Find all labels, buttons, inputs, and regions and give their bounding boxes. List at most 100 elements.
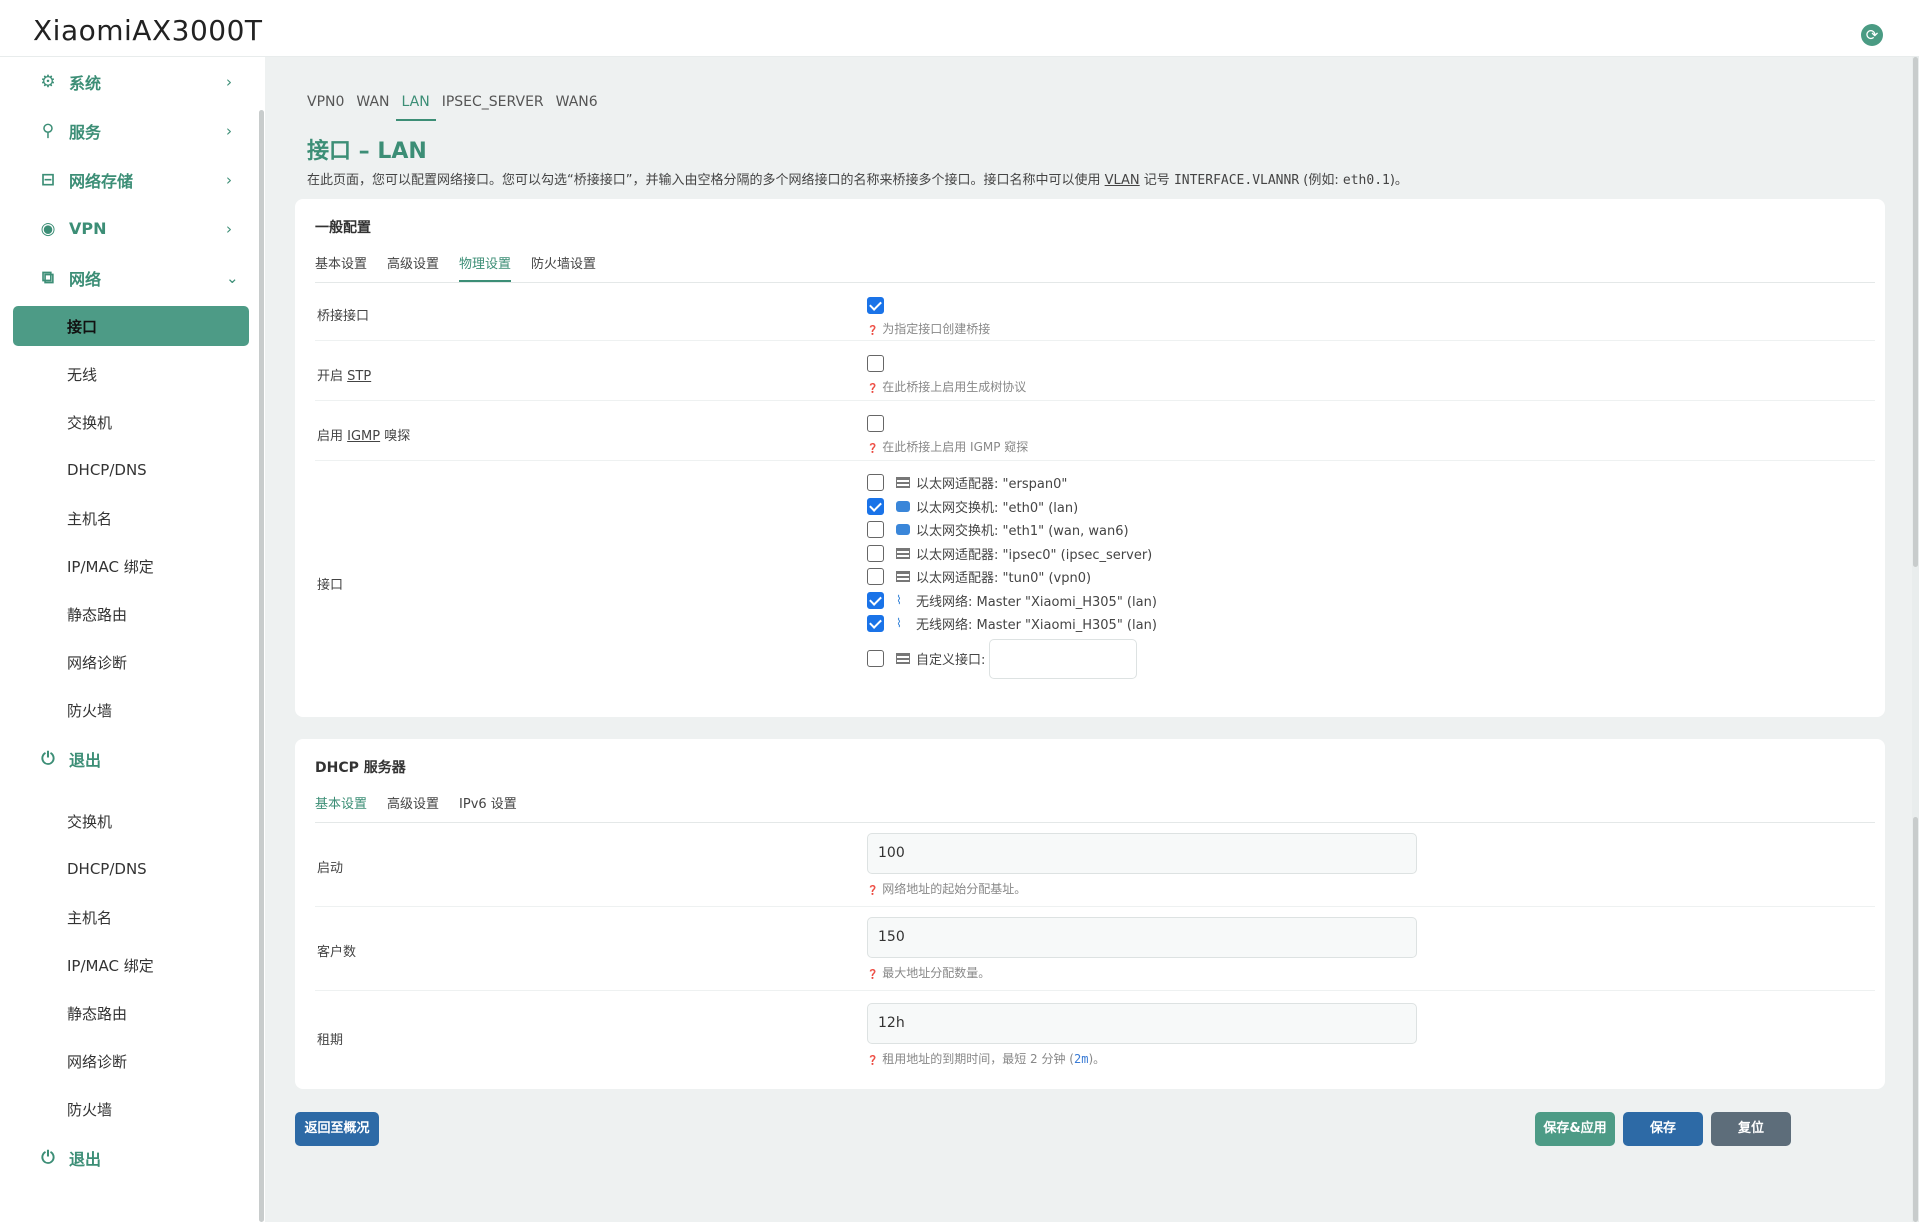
tab-firewall-settings[interactable]: 防火墙设置 xyxy=(531,251,596,282)
igmp-checkbox[interactable] xyxy=(867,415,884,432)
hint-text: 为指定接口创建桥接 xyxy=(882,322,991,336)
custom-interface-option[interactable]: 自定义接口: xyxy=(867,636,1157,682)
tab-dhcp-ipv6[interactable]: IPv6 设置 xyxy=(459,791,517,822)
interface-label: 无线网络: Master "Xiaomi_H305" (lan) xyxy=(916,618,1157,634)
interface-option[interactable]: ⌇ 无线网络: Master "Xiaomi_H305" (lan) xyxy=(867,612,1157,636)
help-icon: ❓ xyxy=(867,1056,879,1066)
label-text: 启用 xyxy=(317,429,348,444)
tab-basic-settings[interactable]: 基本设置 xyxy=(315,251,367,282)
interface-checkbox[interactable] xyxy=(867,568,884,586)
sidebar-item-hostnames[interactable]: 主机名 xyxy=(0,893,262,941)
interface-checkbox[interactable] xyxy=(867,615,884,633)
interface-option[interactable]: 以太网适配器: "ipsec0" (ipsec_server) xyxy=(867,542,1157,566)
gear-icon: ⚙ xyxy=(40,71,56,92)
sidebar-item-diagnostics[interactable]: 网络诊断 xyxy=(0,638,262,686)
custom-interface-input[interactable] xyxy=(989,638,1138,679)
start-hint: ❓ 网络地址的起始分配基址。 xyxy=(867,880,1417,897)
save-apply-button[interactable]: 保存&应用 xyxy=(1535,1112,1615,1146)
stp-checkbox[interactable] xyxy=(867,355,884,372)
sidebar-item-firewall[interactable]: 防火墙 xyxy=(0,686,262,734)
menu-services[interactable]: ⚲ 服务 › xyxy=(0,106,262,155)
reset-button[interactable]: 复位 xyxy=(1711,1112,1791,1146)
tab-dhcp-advanced[interactable]: 高级设置 xyxy=(387,791,439,822)
start-input[interactable]: 100 xyxy=(867,833,1417,874)
desc-text: 在此页面，您可以配置网络接口。您可以勾选“桥接接口”，并输入由空格分隔的多个网络… xyxy=(307,173,1105,188)
tab-dhcp-basic[interactable]: 基本设置 xyxy=(315,791,367,822)
custom-interface-checkbox[interactable] xyxy=(867,650,884,667)
sidebar-item-interfaces[interactable]: 接口 xyxy=(13,306,249,346)
sidebar-item-ip-mac-binding[interactable]: IP/MAC 绑定 xyxy=(0,941,262,989)
page-description: 在此页面，您可以配置网络接口。您可以勾选“桥接接口”，并输入由空格分隔的多个网络… xyxy=(307,169,1408,188)
interface-checkbox[interactable] xyxy=(867,591,884,609)
lease-input[interactable]: 12h xyxy=(867,1003,1417,1044)
sidebar-item-dhcp-dns[interactable]: DHCP/DNS xyxy=(0,845,262,893)
dhcp-server-card: DHCP 服务器 基本设置 高级设置 IPv6 设置 启动 100 ❓ 网络地址的… xyxy=(295,739,1885,1089)
interface-checkbox[interactable] xyxy=(867,497,884,515)
main-content: VPN0 WAN LAN IPSEC_SERVER WAN6 接口 – LAN … xyxy=(265,57,1919,1222)
chevron-down-icon: ⌄ xyxy=(226,268,239,287)
tab-lan[interactable]: LAN xyxy=(395,87,436,121)
interface-option[interactable]: 以太网适配器: "erspan0" xyxy=(867,471,1157,495)
sidebar-item-ip-mac-binding[interactable]: IP/MAC 绑定 xyxy=(0,542,262,590)
menu-system[interactable]: ⚙ 系统 › xyxy=(0,57,262,106)
sidebar-item-switch[interactable]: 交换机 xyxy=(0,398,262,446)
chevron-right-icon: › xyxy=(226,219,232,238)
ethernet-adapter-icon xyxy=(896,653,910,664)
lease-hint: ❓ 租用地址的到期时间，最短 2 分钟 (2m)。 xyxy=(867,1050,1417,1067)
interface-option[interactable]: 以太网适配器: "tun0" (vpn0) xyxy=(867,565,1157,589)
limit-hint: ❓ 最大地址分配数量。 xyxy=(867,964,1417,981)
interface-option[interactable]: ⌇ 无线网络: Master "Xiaomi_H305" (lan) xyxy=(867,589,1157,613)
help-icon: ❓ xyxy=(867,444,879,454)
menu-label: 退出 xyxy=(69,1149,102,1169)
sidebar-item-static-routes[interactable]: 静态路由 xyxy=(0,989,262,1037)
wifi-icon: ⌇ xyxy=(896,616,902,631)
section-title: DHCP 服务器 xyxy=(315,760,406,776)
interface-checkbox[interactable] xyxy=(867,474,884,492)
interface-checkbox[interactable] xyxy=(867,544,884,562)
interface-option[interactable]: 以太网交换机: "eth1" (wan, wan6) xyxy=(867,518,1157,542)
tab-advanced-settings[interactable]: 高级设置 xyxy=(387,251,439,282)
interfaces-label: 接口 xyxy=(317,578,344,593)
scrollbar-thumb[interactable] xyxy=(1913,817,1918,1222)
sidebar-scrollbar[interactable] xyxy=(259,110,264,1222)
menu-logout[interactable]: ⏻ 退出 xyxy=(0,1133,262,1182)
tab-wan6[interactable]: WAN6 xyxy=(550,87,604,121)
limit-input[interactable]: 150 xyxy=(867,917,1417,958)
interface-option[interactable]: 以太网交换机: "eth0" (lan) xyxy=(867,495,1157,519)
main-scrollbar[interactable] xyxy=(1912,57,1919,1222)
chevron-right-icon: › xyxy=(226,121,232,140)
sidebar-item-firewall[interactable]: 防火墙 xyxy=(0,1085,262,1133)
tab-ipsec-server[interactable]: IPSEC_SERVER xyxy=(436,87,550,121)
hint-text: 网络地址的起始分配基址。 xyxy=(882,882,1027,896)
menu-label: 网络 xyxy=(69,269,102,289)
interface-checkbox[interactable] xyxy=(867,521,884,539)
sidebar-item-dhcp-dns[interactable]: DHCP/DNS xyxy=(0,446,262,494)
sidebar-item-static-routes[interactable]: 静态路由 xyxy=(0,590,262,638)
menu-label: 退出 xyxy=(69,750,102,770)
menu-logout[interactable]: ⏻ 退出 xyxy=(0,734,262,783)
tab-wan[interactable]: WAN xyxy=(350,87,395,121)
tab-physical-settings[interactable]: 物理设置 xyxy=(459,251,512,282)
sidebar-item-switch[interactable]: 交换机 xyxy=(0,797,262,845)
general-subtabs: 基本设置 高级设置 物理设置 防火墙设置 xyxy=(315,251,1875,283)
save-button[interactable]: 保存 xyxy=(1623,1112,1703,1146)
menu-network[interactable]: ⧉ 网络 ⌄ xyxy=(0,253,262,302)
custom-interface-label: 自定义接口: xyxy=(916,653,986,668)
menu-vpn[interactable]: ◉ VPN › xyxy=(0,204,262,253)
sidebar-item-diagnostics[interactable]: 网络诊断 xyxy=(0,1037,262,1085)
hint-text: 最大地址分配数量。 xyxy=(882,966,991,980)
refresh-icon[interactable]: ⟳ xyxy=(1861,24,1883,46)
menu-nas[interactable]: ⊟ 网络存储 › xyxy=(0,155,262,204)
sidebar-item-wireless[interactable]: 无线 xyxy=(0,350,262,398)
sidebar-item-hostnames[interactable]: 主机名 xyxy=(0,494,262,542)
back-to-overview-button[interactable]: 返回至概况 xyxy=(295,1112,379,1146)
bridge-row: 桥接接口 ❓ 为指定接口创建桥接 xyxy=(315,283,1875,341)
stp-hint: ❓ 在此桥接上启用生成树协议 xyxy=(867,378,1026,395)
menu-label: 系统 xyxy=(69,73,102,93)
brand-title[interactable]: XiaomiAX3000T xyxy=(33,14,263,47)
power-icon: ⏻ xyxy=(41,748,55,769)
scrollbar-thumb[interactable] xyxy=(1913,57,1918,567)
bridge-checkbox[interactable] xyxy=(867,297,884,314)
tab-vpn0[interactable]: VPN0 xyxy=(301,87,350,121)
hint-text: )。 xyxy=(1088,1052,1106,1066)
